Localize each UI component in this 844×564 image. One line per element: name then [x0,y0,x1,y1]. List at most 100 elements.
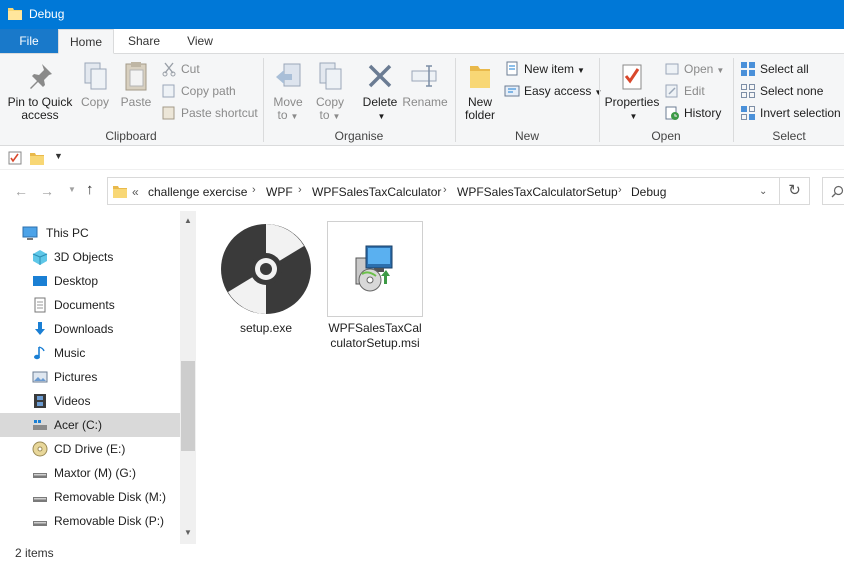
address-dropdown-icon[interactable]: ⌄ [759,186,767,197]
file-item[interactable]: setup.exe [218,221,314,336]
scroll-down-arrow-icon[interactable]: ▼ [180,525,196,541]
nav-label: Downloads [54,322,114,336]
file-item[interactable]: WPFSalesTaxCalculatorSetup.msi [327,221,423,351]
edit-button[interactable]: Edit [664,82,705,100]
copy-path-button[interactable]: Copy path [161,82,236,100]
forward-arrow-icon[interactable]: → [40,183,54,199]
window-title: Debug [29,7,65,21]
delete-dropdown: ▼ [377,112,386,121]
paste-shortcut-button[interactable]: Paste shortcut [161,104,258,122]
nav-item-documents[interactable]: Documents [0,293,180,317]
properties-icon [622,64,642,90]
organise-group: Move to▼ Copy to▼ Delete ▼ Rename Orga [264,54,454,146]
select-none-icon [741,84,755,98]
breadcrumb-debug[interactable]: Debug [631,185,666,199]
invert-selection-icon [741,106,755,120]
rename-button[interactable]: Rename [402,60,448,109]
address-bar[interactable]: « challenge exercise › WPF › WPFSalesTax… [107,177,780,205]
customize-toolbar-dropdown-icon[interactable]: ▼ [54,151,63,161]
select-group: Select all Select none Invert selection … [734,54,844,146]
scroll-up-arrow-icon[interactable]: ▲ [180,213,196,229]
new-folder-button[interactable]: New folder [460,60,500,122]
easy-access-button[interactable]: Easy access▼ [504,82,602,100]
select-all-button[interactable]: Select all [740,60,809,78]
search-input[interactable] [822,177,844,205]
nav-label: Videos [54,394,91,408]
up-arrow-icon[interactable]: ↑ [86,181,94,198]
nav-item-removable-disk-p[interactable]: Removable Disk (P:) [0,509,180,533]
disc-icon [221,224,311,314]
cut-button[interactable]: Cut [161,60,200,78]
tab-home[interactable]: Home [58,29,114,54]
properties-small-icon[interactable] [8,151,22,165]
tab-file[interactable]: File [0,29,58,53]
select-none-button[interactable]: Select none [740,82,823,100]
pin-label-2: access [21,108,59,122]
back-arrow-icon[interactable]: ← [14,183,28,199]
paste-label: Paste [120,95,152,109]
new-folder-small-icon[interactable] [30,151,44,165]
nav-item-removable-disk-m[interactable]: Removable Disk (M:) [0,485,180,509]
copy-path-label: Copy path [181,84,236,98]
delete-label: Delete [362,95,398,109]
monitor-icon [22,226,38,240]
history-button[interactable]: History [664,104,721,122]
tab-share[interactable]: Share [118,29,170,54]
new-item-button[interactable]: New item ▼ [504,60,585,78]
new-folder-label-2: folder [464,108,496,122]
breadcrumb-wpf[interactable]: WPF [266,185,293,199]
invert-selection-button[interactable]: Invert selection [740,104,841,122]
properties-button[interactable]: Properties ▼ [604,60,660,123]
desktop-icon [33,276,47,286]
nav-item-music[interactable]: Music [0,341,180,365]
nav-item-acer-c[interactable]: Acer (C:) [0,413,180,437]
breadcrumb-separator-icon[interactable]: › [252,184,256,196]
history-label: History [684,106,722,120]
nav-item-maxtor-g[interactable]: Maxtor (M) (G:) [0,461,180,485]
nav-label: CD Drive (E:) [54,442,126,456]
scroll-thumb[interactable] [181,361,195,451]
copy-button[interactable]: Copy [76,60,114,109]
refresh-icon[interactable]: ↻ [780,177,810,205]
nav-item-cd-drive-e[interactable]: CD Drive (E:) [0,437,180,461]
file-thumbnail [327,221,423,317]
edit-label: Edit [684,84,705,98]
nav-scrollbar[interactable]: ▲ ▼ [180,211,196,544]
nav-item-pictures[interactable]: Pictures [0,365,180,389]
recent-locations-dropdown-icon[interactable]: ▼ [68,185,76,194]
clipboard-group: Pin to Quick access Copy Paste Cut Copy … [0,54,262,146]
search-icon [831,185,844,198]
document-icon [34,297,46,313]
clipboard-group-label: Clipboard [105,129,157,143]
breadcrumb-separator-icon[interactable]: › [443,184,447,196]
select-none-label: Select none [760,84,824,98]
nav-item-desktop[interactable]: Desktop [0,269,180,293]
open-button[interactable]: Open ▼ [664,60,724,78]
breadcrumb-wpfsalestaxcalculator[interactable]: WPFSalesTaxCalculator [312,185,441,199]
ribbon: Pin to Quick access Copy Paste Cut Copy … [0,53,844,146]
properties-label: Properties [604,95,660,109]
breadcrumb-separator-icon[interactable]: › [298,184,302,196]
select-all-icon [741,62,755,76]
folder-icon [8,8,22,20]
nav-item-3d-objects[interactable]: 3D Objects [0,245,180,269]
breadcrumb-wpfsalestaxcalculatorsetup[interactable]: WPFSalesTaxCalculatorSetup [457,185,618,199]
nav-item-downloads[interactable]: Downloads [0,317,180,341]
pin-to-quick-access-button[interactable]: Pin to Quick access [4,60,76,122]
breadcrumb-separator-icon[interactable]: › [618,184,622,196]
nav-item-this-pc[interactable]: This PC [0,221,180,245]
tab-view[interactable]: View [176,29,224,54]
paste-button[interactable]: Paste [116,60,156,109]
organise-group-label: Organise [334,129,384,143]
open-group-label: Open [651,129,681,143]
paste-shortcut-icon [162,106,175,120]
move-to-button[interactable]: Move to ▼ [268,60,308,123]
copy-to-button[interactable]: Copy to ▼ [310,60,350,123]
copy-label: Copy [80,95,109,109]
breadcrumb-overflow[interactable]: « [132,185,139,199]
delete-button[interactable]: Delete ▼ [358,60,402,123]
nav-item-videos[interactable]: Videos [0,389,180,413]
breadcrumb-challenge-exercise[interactable]: challenge exercise [148,185,247,199]
nav-label: Maxtor (M) (G:) [54,466,136,480]
invert-selection-label: Invert selection [760,106,841,120]
